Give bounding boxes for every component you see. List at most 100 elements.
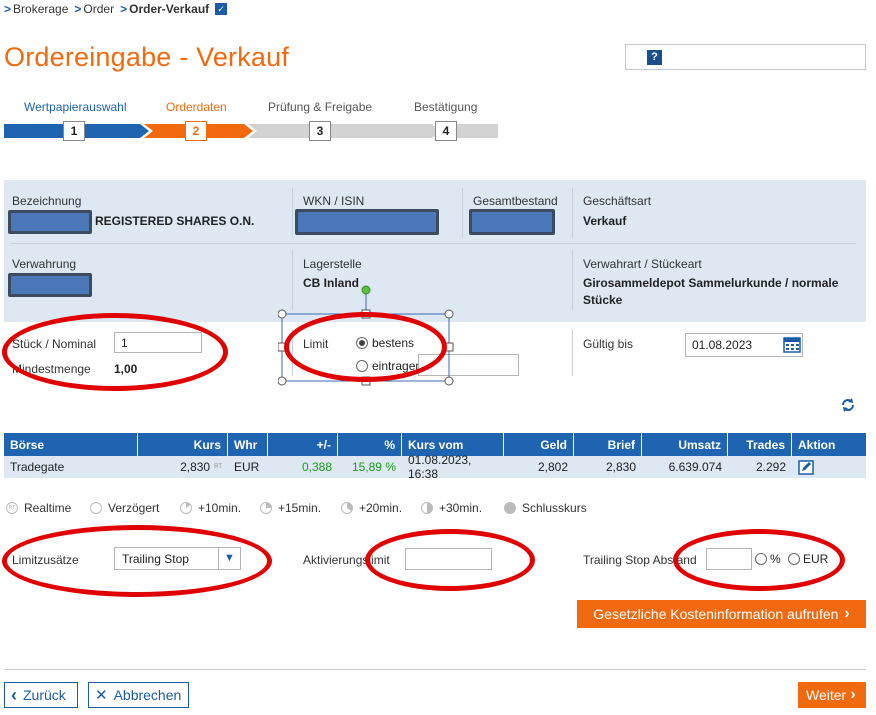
- cell-trades: 2.292: [755, 460, 786, 474]
- kosteninformation-button[interactable]: Gesetzliche Kosteninformation aufrufen ›: [577, 600, 866, 628]
- divider: [462, 188, 463, 238]
- step-label-pruefung: Prüfung & Freigabe: [268, 100, 373, 114]
- col-brief: Brief: [574, 433, 642, 456]
- pie-20-icon: [341, 502, 353, 514]
- divider: [10, 243, 856, 244]
- breadcrumb-brokerage[interactable]: > Brokerage: [4, 2, 68, 16]
- cell-aktion: [792, 456, 866, 478]
- cell-umsatz: 6.639.074: [668, 460, 722, 474]
- limitzusaetze-label: Limitzusätze: [12, 553, 79, 567]
- col-whr: Whr: [228, 433, 268, 456]
- verwahrart-label: Verwahrart / Stückeart: [583, 257, 702, 271]
- pie-30-icon: [421, 502, 433, 514]
- breadcrumb-order-verkauf: > Order-Verkauf: [120, 2, 210, 16]
- lagerstelle-label: Lagerstelle: [303, 257, 362, 271]
- chevron-right-icon: ›: [844, 605, 850, 622]
- col-pct: %: [338, 433, 402, 456]
- table-row: Tradegate 2,830 RT EUR 0,388 15,89 % 01.0…: [4, 453, 866, 481]
- realtime-tag: RT: [214, 464, 222, 470]
- legend-verzoegert: Verzögert: [90, 501, 159, 515]
- chevron-down-icon: ▼: [218, 548, 240, 569]
- col-aktion: Aktion: [798, 437, 836, 452]
- breadcrumb-order[interactable]: > Order: [74, 2, 114, 16]
- bezeichnung-label: Bezeichnung: [12, 194, 82, 208]
- pie-10-icon: [180, 502, 192, 514]
- unit-option-pct[interactable]: %: [755, 552, 781, 566]
- wkn-isin-label: WKN / ISIN: [303, 194, 365, 208]
- stueck-nominal-input[interactable]: [114, 332, 202, 353]
- redacted-verwahrung: [8, 273, 92, 297]
- trailing-stop-abstand-input[interactable]: [706, 548, 752, 570]
- cell-pct: 15,89 %: [351, 460, 396, 474]
- col-kurs: Kurs: [138, 433, 228, 456]
- step-label-wertpapierauswahl[interactable]: Wertpapierauswahl: [24, 100, 127, 114]
- legend-10min: +10min.: [180, 501, 241, 515]
- divider: [4, 669, 866, 670]
- divider: [292, 188, 293, 238]
- aktivierungslimit-input[interactable]: [405, 548, 492, 570]
- help-box: ?: [625, 44, 866, 70]
- geschaeftsart-label: Geschäftsart: [583, 194, 652, 208]
- help-icon[interactable]: ?: [647, 50, 662, 65]
- redacted-wkn-isin: [295, 209, 439, 235]
- close-icon: ✕: [95, 687, 108, 704]
- legend-30min: +30min.: [421, 501, 482, 515]
- aktivierungslimit-label: Aktivierungslimit: [303, 553, 390, 567]
- clock-icon: [90, 502, 102, 514]
- limitzusaetze-select[interactable]: Trailing Stop ▼: [114, 547, 241, 570]
- rotate-handle: [361, 285, 371, 295]
- cell-change: 0,388: [301, 460, 332, 474]
- redacted-name: [8, 210, 92, 234]
- geschaeftsart-value: Verkauf: [583, 214, 627, 228]
- calendar-icon[interactable]: [783, 336, 801, 353]
- refresh-icon[interactable]: [840, 397, 856, 413]
- bezeichnung-value: REGISTERED SHARES O.N.: [95, 214, 255, 228]
- divider: [572, 250, 573, 310]
- col-umsatz: Umsatz: [642, 433, 728, 456]
- step-bar-3: [248, 124, 441, 138]
- pie-full-icon: [504, 502, 516, 514]
- radio-eur[interactable]: [788, 553, 800, 565]
- edit-icon[interactable]: [798, 459, 814, 475]
- cell-boerse: Tradegate: [10, 460, 65, 474]
- cell-kurs-vom: 01.08.2023, 16:38: [408, 453, 472, 481]
- cell-brief: 2,830: [605, 460, 636, 474]
- abbrechen-button[interactable]: ✕ Abbrechen: [88, 682, 189, 708]
- stueck-nominal-label: Stück / Nominal: [12, 337, 97, 351]
- verwahrung-label: Verwahrung: [12, 257, 77, 271]
- legend-15min: +15min.: [260, 501, 321, 515]
- cell-geld: 2,802: [537, 460, 568, 474]
- selection-handles: [278, 285, 454, 386]
- trailing-stop-abstand-label: Trailing Stop Abstand: [583, 553, 697, 567]
- unit-option-eur[interactable]: EUR: [788, 552, 828, 566]
- legend-20min: +20min.: [341, 501, 402, 515]
- step-number-1: 1: [63, 121, 85, 141]
- redacted-gesamtbestand: [469, 209, 555, 235]
- step-number-2: 2: [185, 121, 207, 141]
- verwahrart-value-line1: Girosammeldepot Sammelurkunde / normale: [583, 276, 839, 290]
- verwahrart-value-line2: Stücke: [583, 293, 623, 307]
- chevron-left-icon: ‹: [11, 684, 17, 705]
- col-geld: Geld: [504, 433, 574, 456]
- breadcrumb: > Brokerage > Order > Order-Verkauf ✓: [4, 2, 228, 16]
- step-number-3: 3: [309, 121, 331, 141]
- step-number-4: 4: [435, 121, 457, 141]
- cell-kurs: 2,830 RT: [180, 460, 222, 474]
- col-change: +/-: [268, 433, 338, 456]
- gueltig-bis-label: Gültig bis: [583, 337, 634, 351]
- check-icon[interactable]: ✓: [215, 3, 228, 15]
- gesamtbestand-label: Gesamtbestand: [473, 194, 558, 208]
- mindestmenge-value: 1,00: [114, 362, 138, 376]
- divider: [572, 188, 573, 238]
- zurueck-button[interactable]: ‹ Zurück: [4, 682, 78, 708]
- pie-15-icon: [260, 502, 272, 514]
- step-label-bestaetigung: Bestätigung: [414, 100, 478, 114]
- legend-realtime: RT Realtime: [6, 501, 71, 515]
- page-title: Ordereingabe - Verkauf: [4, 42, 290, 72]
- chevron-right-icon: ›: [850, 686, 856, 703]
- radio-pct[interactable]: [755, 553, 767, 565]
- step-label-orderdaten: Orderdaten: [166, 100, 227, 114]
- weiter-button[interactable]: Weiter ›: [798, 682, 866, 708]
- divider: [572, 330, 573, 376]
- legend-schlusskurs: Schlusskurs: [504, 501, 587, 515]
